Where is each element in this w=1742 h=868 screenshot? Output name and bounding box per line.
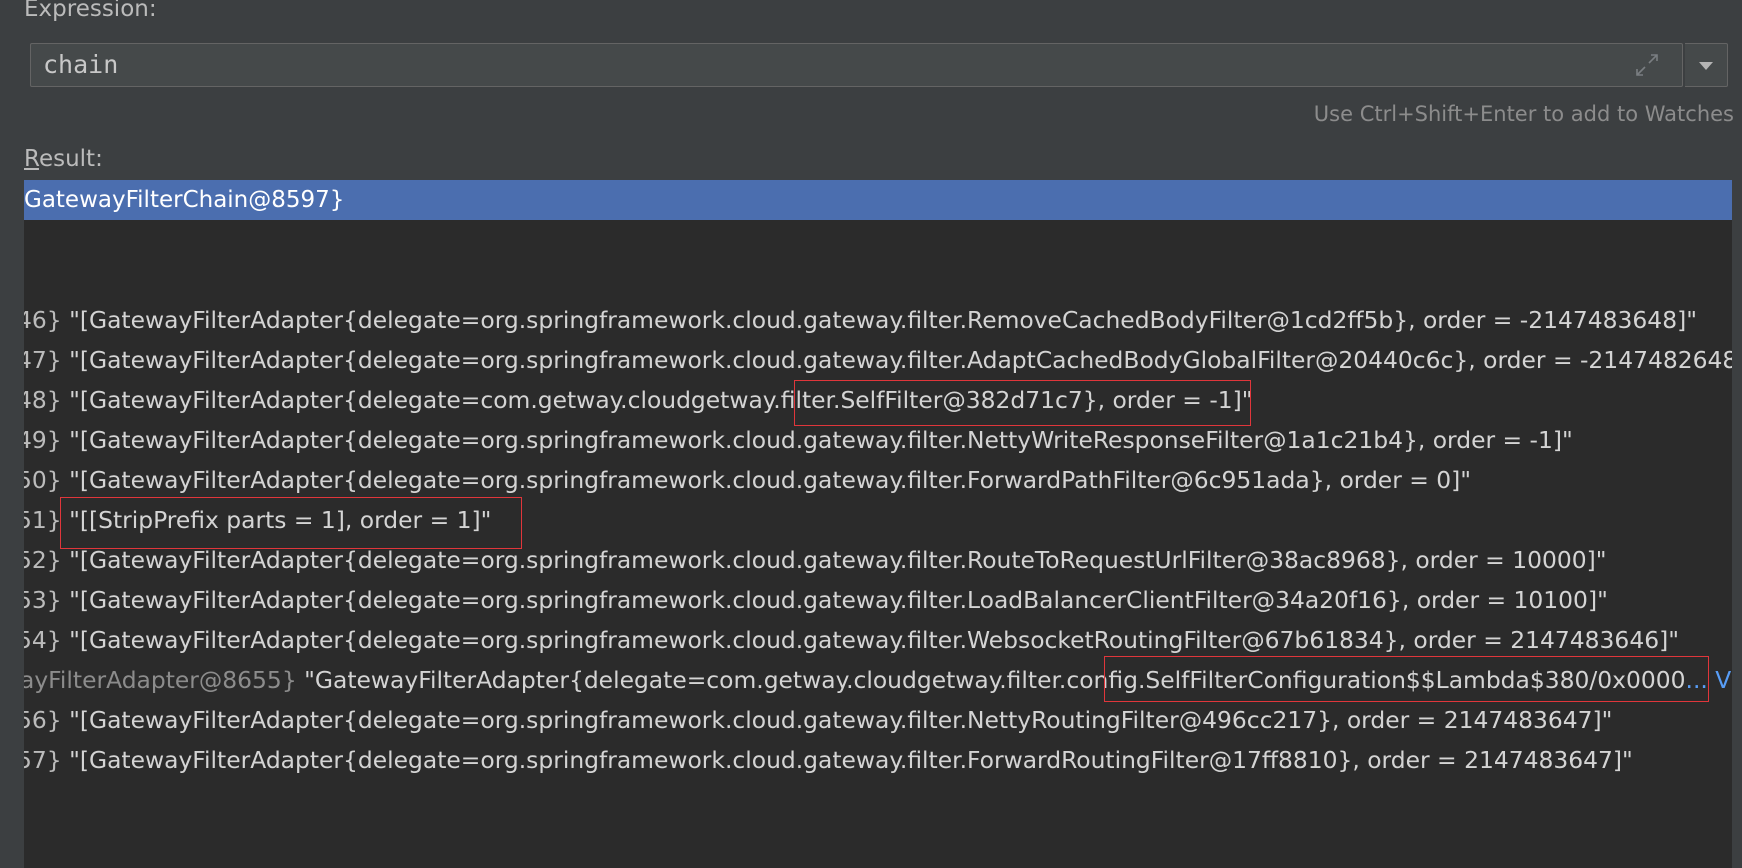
tree-row-key: 52} [24, 546, 62, 574]
tree-row[interactable]: 54} "[GatewayFilterAdapter{delegate=org.… [24, 621, 1679, 659]
tree-row-key: 48} [24, 386, 62, 414]
expression-input[interactable]: chain [43, 44, 118, 86]
tree-row[interactable]: 52} "[GatewayFilterAdapter{delegate=org.… [24, 541, 1607, 579]
view-full-value-link[interactable]: View [1715, 666, 1732, 694]
tree-row[interactable]: 46} "[GatewayFilterAdapter{delegate=org.… [24, 301, 1697, 339]
chevron-down-icon [1699, 62, 1713, 70]
tree-row[interactable]: 47} "[GatewayFilterAdapter{delegate=org.… [24, 341, 1732, 379]
tree-row[interactable]: 57} "[GatewayFilterAdapter{delegate=org.… [24, 741, 1633, 779]
history-dropdown-button[interactable] [1685, 43, 1728, 87]
tree-row[interactable]: 51} "[[StripPrefix parts = 1], order = 1… [24, 501, 491, 539]
evaluate-expression-dialog: Expression: chain Use Ctrl+Shift+Enter t… [0, 0, 1742, 868]
tree-row-key: 53} [24, 586, 62, 614]
tree-row-value: "[GatewayFilterAdapter{delegate=org.spri… [69, 546, 1607, 574]
result-label: Result: [24, 146, 103, 172]
tree-row-key: 57} [24, 746, 62, 774]
tree-row-key: 54} [24, 626, 62, 654]
tree-row-key: 49} [24, 426, 62, 454]
tree-row-value: "GatewayFilterAdapter{delegate=com.getwa… [304, 666, 1686, 694]
result-tree[interactable]: GatewayFilterChain@8597} : 46} "[Gateway… [24, 180, 1732, 868]
tree-row-value: "[GatewayFilterAdapter{delegate=org.spri… [69, 306, 1697, 334]
tree-row[interactable]: ayFilterAdapter@8655} "GatewayFilterAdap… [24, 661, 1732, 699]
tree-row-value: "[GatewayFilterAdapter{delegate=com.getw… [69, 386, 1253, 414]
tree-row-value: "[GatewayFilterAdapter{delegate=org.spri… [69, 426, 1573, 454]
expression-input-box[interactable]: chain [30, 43, 1683, 87]
tree-row[interactable]: 48} "[GatewayFilterAdapter{delegate=com.… [24, 381, 1253, 419]
result-label-text: esult: [38, 146, 103, 172]
tree-row[interactable]: 50} "[GatewayFilterAdapter{delegate=org.… [24, 461, 1471, 499]
result-label-mnemonic: R [24, 146, 39, 172]
tree-row-value: "[GatewayFilterAdapter{delegate=org.spri… [69, 346, 1732, 374]
expression-label: Expression: [24, 0, 157, 22]
tree-row-key: 56} [24, 706, 62, 734]
truncation-ellipsis: ... [1685, 666, 1708, 694]
tree-row-key: 50} [24, 466, 62, 494]
selected-tree-row[interactable]: GatewayFilterChain@8597} [24, 180, 1732, 220]
tree-row-value: "[GatewayFilterAdapter{delegate=org.spri… [69, 466, 1472, 494]
expand-icon[interactable] [1634, 52, 1660, 78]
tree-row-value: "[GatewayFilterAdapter{delegate=org.spri… [69, 586, 1608, 614]
tree-row-key: 47} [24, 346, 62, 374]
tree-row-value: "[[StripPrefix parts = 1], order = 1]" [69, 506, 492, 534]
tree-row[interactable]: 53} "[GatewayFilterAdapter{delegate=org.… [24, 581, 1608, 619]
tree-row[interactable]: 56} "[GatewayFilterAdapter{delegate=org.… [24, 701, 1612, 739]
tree-row-key: ayFilterAdapter@8655} [24, 666, 297, 694]
tree-row-key: 51} [24, 506, 62, 534]
tree-row[interactable]: 49} "[GatewayFilterAdapter{delegate=org.… [24, 421, 1573, 459]
tree-row-value: "[GatewayFilterAdapter{delegate=org.spri… [69, 706, 1613, 734]
selected-tree-row-text: GatewayFilterChain@8597} [24, 187, 345, 213]
tree-row-value: "[GatewayFilterAdapter{delegate=org.spri… [69, 746, 1633, 774]
tree-row-value: "[GatewayFilterAdapter{delegate=org.spri… [69, 626, 1679, 654]
tree-row-key: 46} [24, 306, 62, 334]
add-to-watches-hint: Use Ctrl+Shift+Enter to add to Watches [1313, 102, 1734, 126]
